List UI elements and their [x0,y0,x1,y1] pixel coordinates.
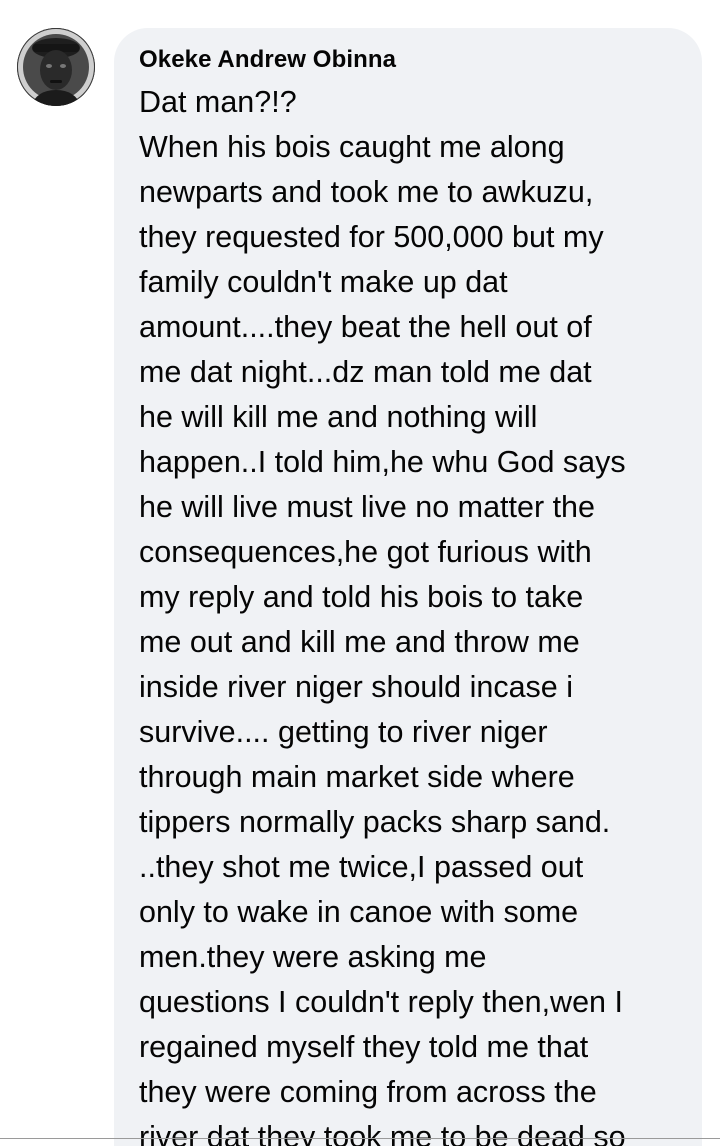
comment-line: Dat man?!? [139,85,297,119]
comment-line: river dat they took me to be dead so [139,1120,626,1146]
comment-line: regained myself they told me that [139,1030,589,1064]
comment-line: they requested for 500,000 but my [139,220,604,254]
comment-line: survive.... getting to river niger [139,715,548,749]
comment-line: me out and kill me and throw me [139,625,580,659]
comment-line: tippers normally packs sharp sand. [139,805,611,839]
comment-author-name[interactable]: Okeke Andrew Obinna [139,46,396,74]
comment-line: men.they were asking me [139,940,487,974]
comment-line: questions I couldn't reply then,wen I [139,985,623,1019]
comment-line: family couldn't make up dat [139,265,508,299]
comment-line: through main market side where [139,760,575,794]
comment-text: Dat man?!? When his bois caught me along… [139,80,699,1146]
comment-line: he will kill me and nothing will [139,400,538,434]
comment-line: my reply and told his bois to take [139,580,584,614]
comment-line: he will live must live no matter the [139,490,595,524]
comment-line: me dat night...dz man told me dat [139,355,592,389]
comment-line: they were coming from across the [139,1075,597,1109]
divider [0,1138,720,1139]
comment-line: inside river niger should incase i [139,670,573,704]
comment-line: When his bois caught me along [139,130,565,164]
comment-line: only to wake in canoe with some [139,895,579,929]
comment-line: happen..I told him,he whu God says [139,445,626,479]
comment-line: newparts and took me to awkuzu, [139,175,594,209]
profile-photo-icon [17,28,95,106]
comment-thread: Okeke Andrew Obinna Dat man?!? When his … [0,0,720,1146]
comment-line: amount....they beat the hell out of [139,310,592,344]
avatar[interactable] [17,28,95,106]
comment-line: ..they shot me twice,I passed out [139,850,584,884]
comment-line: consequences,he got furious with [139,535,592,569]
